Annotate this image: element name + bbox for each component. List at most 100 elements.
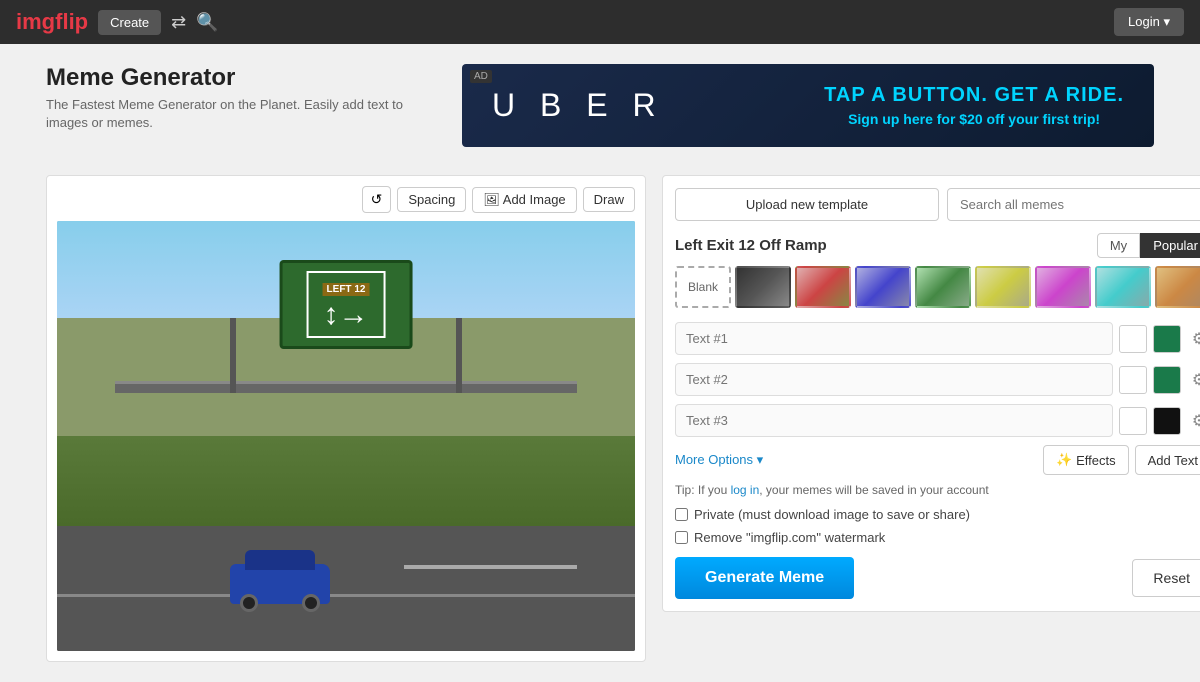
text3-settings-icon[interactable]: ⚙ [1187, 409, 1200, 433]
guardrail [404, 565, 577, 569]
search-input[interactable] [947, 188, 1200, 221]
text-input-2[interactable] [675, 363, 1113, 396]
main-content: Meme Generator The Fastest Meme Generato… [30, 44, 1170, 682]
right-panel: Upload new template Left Exit 12 Off Ram… [662, 175, 1200, 662]
ad-banner: AD U B E R TAP A BUTTON. GET A RIDE. Sig… [462, 64, 1154, 147]
text1-color-white[interactable] [1119, 325, 1147, 353]
thumb-1[interactable] [735, 266, 791, 308]
login-button[interactable]: Login ▾ [1114, 8, 1184, 36]
create-label: Create [110, 15, 149, 30]
private-checkbox-row: Private (must download image to save or … [675, 507, 1200, 522]
page-title: Meme Generator [46, 64, 446, 92]
thumb-4[interactable] [915, 266, 971, 308]
text1-settings-icon[interactable]: ⚙ [1187, 327, 1200, 351]
thumb-3[interactable] [855, 266, 911, 308]
template-row: Upload new template [675, 188, 1200, 221]
tip-text: Tip: If you log in, your memes will be s… [675, 483, 1200, 497]
navbar-left: imgflip Create ⇄ 🔍 [16, 9, 219, 35]
text-input-1[interactable] [675, 322, 1113, 355]
refresh-button[interactable]: ↺ [362, 186, 392, 213]
spacing-button[interactable]: Spacing [397, 187, 466, 212]
road [57, 522, 635, 651]
generate-button[interactable]: Generate Meme [675, 557, 854, 599]
thumb-6[interactable] [1035, 266, 1091, 308]
ad-headline: TAP A BUTTON. GET A RIDE. [824, 84, 1124, 107]
more-options-button[interactable]: More Options ▾ [675, 452, 763, 468]
meme-image-area: LEFT 12 ↕→ [57, 221, 635, 651]
sign-label: LEFT 12 [323, 283, 370, 296]
template-thumbnails: Blank [675, 266, 1200, 308]
effects-button[interactable]: ✨ Effects [1043, 445, 1129, 475]
template-title: Left Exit 12 Off Ramp [675, 237, 827, 254]
private-checkbox[interactable] [675, 508, 688, 521]
add-image-icon: 🖼 [483, 192, 500, 207]
actions-row: More Options ▾ ✨ Effects Add Text [675, 445, 1200, 475]
page-subtitle: The Fastest Meme Generator on the Planet… [46, 96, 446, 132]
sign-arrow: ↕→ [323, 300, 370, 330]
page-header: Meme Generator The Fastest Meme Generato… [46, 64, 446, 147]
shuffle-icon[interactable]: ⇄ [171, 12, 186, 33]
tab-popular[interactable]: Popular [1140, 233, 1200, 258]
sign-inner: LEFT 12 ↕→ [307, 271, 386, 338]
thumb-blank[interactable]: Blank [675, 266, 731, 308]
text-row-1: ⚙ [675, 322, 1200, 355]
generate-row: Generate Meme Reset [675, 557, 1200, 599]
car-body [230, 564, 330, 604]
bridge [115, 381, 577, 393]
create-button[interactable]: Create [98, 10, 161, 35]
ad-logo: U B E R [492, 87, 664, 124]
text3-color-white[interactable] [1119, 407, 1147, 435]
logo-img: img [16, 9, 55, 34]
editor-toolbar: ↺ Spacing 🖼 Add Image Draw [57, 186, 635, 213]
text3-color-black[interactable] [1153, 407, 1181, 435]
text-row-3: ⚙ [675, 404, 1200, 437]
search-icon[interactable]: 🔍 [196, 12, 218, 33]
text2-settings-icon[interactable]: ⚙ [1187, 368, 1200, 392]
watermark-label: Remove "imgflip.com" watermark [694, 530, 885, 545]
trees [57, 436, 635, 526]
add-text-button[interactable]: Add Text [1135, 445, 1200, 475]
header-row: Meme Generator The Fastest Meme Generato… [46, 64, 1154, 161]
sparkle-icon: ✨ [1056, 452, 1072, 468]
road-line [57, 594, 635, 597]
template-header: Left Exit 12 Off Ramp My Popular [675, 233, 1200, 258]
text-input-3[interactable] [675, 404, 1113, 437]
text2-color-green[interactable] [1153, 366, 1181, 394]
draw-button[interactable]: Draw [583, 187, 635, 212]
reset-button[interactable]: Reset [1132, 559, 1200, 597]
text-row-2: ⚙ [675, 363, 1200, 396]
ad-label: AD [470, 70, 492, 83]
thumb-7[interactable] [1095, 266, 1151, 308]
login-link[interactable]: log in [731, 483, 760, 497]
text2-color-white[interactable] [1119, 366, 1147, 394]
main-row: ↺ Spacing 🖼 Add Image Draw [46, 175, 1154, 662]
ad-subtext: Sign up here for $20 off your first trip… [824, 111, 1124, 127]
add-image-button[interactable]: 🖼 Add Image [472, 187, 576, 213]
action-buttons: ✨ Effects Add Text [1043, 445, 1200, 475]
private-label: Private (must download image to save or … [694, 507, 970, 522]
thumb-8[interactable] [1155, 266, 1200, 308]
controls-panel: Upload new template Left Exit 12 Off Ram… [662, 175, 1200, 612]
wheel-right [302, 594, 320, 612]
meme-bottom-half [57, 436, 635, 651]
pole-left [230, 318, 236, 393]
tab-my[interactable]: My [1097, 233, 1140, 258]
tab-group: My Popular [1097, 233, 1200, 258]
watermark-checkbox-row: Remove "imgflip.com" watermark [675, 530, 1200, 545]
meme-editor: ↺ Spacing 🖼 Add Image Draw [46, 175, 646, 662]
ad-text: TAP A BUTTON. GET A RIDE. Sign up here f… [824, 84, 1124, 127]
car-roof [245, 550, 315, 570]
pole-right [456, 318, 462, 393]
meme-top-half: LEFT 12 ↕→ [57, 221, 635, 436]
navbar: imgflip Create ⇄ 🔍 Login ▾ [0, 0, 1200, 44]
logo-flip: flip [55, 9, 88, 34]
thumb-2[interactable] [795, 266, 851, 308]
thumb-5[interactable] [975, 266, 1031, 308]
wheel-left [240, 594, 258, 612]
logo[interactable]: imgflip [16, 9, 88, 35]
highway-sign: LEFT 12 ↕→ [280, 260, 413, 349]
watermark-checkbox[interactable] [675, 531, 688, 544]
text1-color-green[interactable] [1153, 325, 1181, 353]
left-panel: ↺ Spacing 🖼 Add Image Draw [46, 175, 646, 662]
upload-template-button[interactable]: Upload new template [675, 188, 939, 221]
